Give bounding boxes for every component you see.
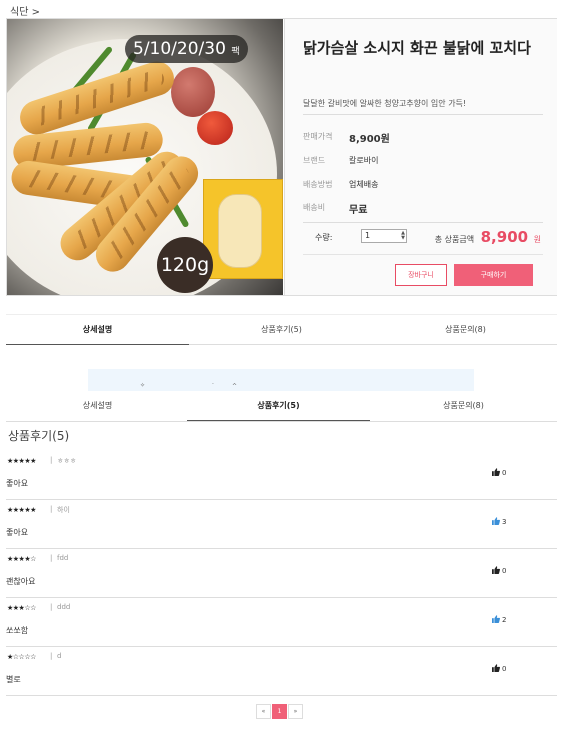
review-item: ★★★★★ | ㅎㅎㅎ 좋아요 0 [6,451,557,500]
like-count: 2 [502,616,507,624]
reviews-heading: 상품후기(5) [8,429,70,443]
price-label: 판매가격 [303,132,333,141]
like-count: 3 [502,518,507,526]
next-page-button[interactable]: » [288,704,303,719]
separator: | [50,603,53,611]
separator: | [50,652,53,660]
shipping-method-row: 배송방법 업체배송 [303,179,378,190]
review-tabs: 상세설명 상품후기(5) 상품문의(8) [6,391,557,422]
rating-stars: ★☆☆☆☆ [7,653,36,661]
review-text: 좋아요 [6,479,29,488]
size-options-text: 5/10/20/30 [133,39,226,59]
rating-stars: ★★★★☆ [7,555,36,563]
brand-value: 칼로바이 [349,156,379,165]
separator: | [50,505,53,513]
separator: | [50,456,53,464]
thumbs-up-icon [492,517,500,525]
review-item: ★★★★★ | 하이좋아요 3 [6,500,557,549]
shipping-fee-row: 배송비 무료 [303,202,367,216]
rating-stars: ★★★☆☆ [7,604,36,612]
like-button[interactable]: 0 [492,664,506,673]
like-count: 0 [502,567,507,575]
price-value: 8,900원 [349,134,390,145]
prev-page-button[interactable]: « [256,704,271,719]
thumbs-up-icon [492,566,500,574]
like-button[interactable]: 0 [492,566,506,575]
quantity-row: 수량: 1 ▲ ▼ [315,229,407,243]
review-text: 쏘쏘함 [6,626,29,635]
buy-now-button[interactable]: 구매하기 [454,264,533,286]
dot-icon: · [212,381,214,388]
product-panel: 5/10/20/30 팩 120g 닭가슴살 소시지 화끈 불닭에 꼬치다 달달… [6,18,557,296]
shipping-fee-label: 배송비 [303,203,326,212]
shipping-method-label: 배송방법 [303,180,333,189]
rating-stars: ★★★★★ [7,457,36,465]
tab-reviews[interactable]: 상품후기(5) [187,391,370,421]
review-text: 좋아요 [6,528,29,537]
brand-row: 브랜드 칼로바이 [303,155,378,166]
package-window [218,194,262,268]
tab-reviews[interactable]: 상품후기(5) [190,315,373,345]
quantity-stepper[interactable]: 1 ▲ ▼ [361,229,407,243]
review-author: ㅎㅎㅎ [57,457,77,465]
stepper-arrows-icon[interactable]: ▲ ▼ [401,231,405,241]
tab-description[interactable]: 상세설명 [6,391,189,421]
shipping-method-value: 업체배송 [349,180,379,189]
review-author: d [57,652,62,660]
total-price: 총 상품금액 8,900 원 [435,228,541,246]
detail-banner: ✧ · ^ [88,369,474,391]
review-text: 괜찮아요 [6,577,36,586]
like-button[interactable]: 0 [492,468,506,477]
tab-inquiries[interactable]: 상품문의(8) [374,315,557,345]
quantity-label: 수량: [315,233,333,242]
sparkle-icon: ✧ [140,382,146,389]
product-description: 달달한 갈비맛에 알싸한 청양고추향이 입안 가득! [303,99,467,108]
review-author: fdd [57,554,69,562]
review-item: ★★★☆☆ | ddd 쏘쏘함 2 [6,598,557,647]
weight-badge: 120g [157,237,213,293]
product-info: 닭가슴살 소시지 화끈 불닭에 꼬치다 달달한 갈비맛에 알싸한 청양고추향이 … [284,19,557,295]
caret-icon: ^ [232,383,238,390]
divider [303,222,543,223]
review-item: ★☆☆☆☆ | d 별로 0 [6,647,557,696]
size-unit-text: 팩 [231,47,240,57]
separator: | [50,554,53,562]
like-button[interactable]: 2 [492,615,506,624]
brand-label: 브랜드 [303,156,326,165]
quantity-value: 1 [365,231,371,240]
thumbs-up-icon [492,468,500,476]
divider [303,114,543,115]
tab-inquiries[interactable]: 상품문의(8) [372,391,555,421]
tab-description[interactable]: 상세설명 [6,315,189,345]
add-to-cart-button[interactable]: 장바구니 [395,264,447,286]
thumbs-up-icon [492,615,500,623]
product-title: 닭가슴살 소시지 화끈 불닭에 꼬치다 [303,39,531,57]
size-options-badge: 5/10/20/30 팩 [125,35,248,63]
detail-tabs: 상세설명 상품후기(5) 상품문의(8) [6,314,557,345]
review-text: 별로 [6,675,21,684]
review-author: 하이 [57,506,70,514]
product-package-graphic [203,179,283,279]
price-row: 판매가격 8,900원 [303,131,390,145]
breadcrumb[interactable]: 식단 > [10,3,40,18]
like-count: 0 [502,469,507,477]
page-button-current[interactable]: 1 [272,704,287,719]
onion-graphic [171,67,215,117]
rating-stars: ★★★★★ [7,506,36,514]
like-count: 0 [502,665,507,673]
shipping-fee-value: 무료 [349,205,368,216]
tomato-graphic [197,111,233,145]
review-item: ★★★★☆ | fdd 괜찮아요 0 [6,549,557,598]
like-button[interactable]: 3 [492,517,506,526]
product-image: 5/10/20/30 팩 120g [7,19,283,295]
total-label: 총 상품금액 [434,235,475,244]
total-unit: 원 [533,235,541,244]
review-author: ddd [57,603,71,611]
total-amount: 8,900 [480,228,529,246]
thumbs-up-icon [492,664,500,672]
divider [303,254,543,255]
